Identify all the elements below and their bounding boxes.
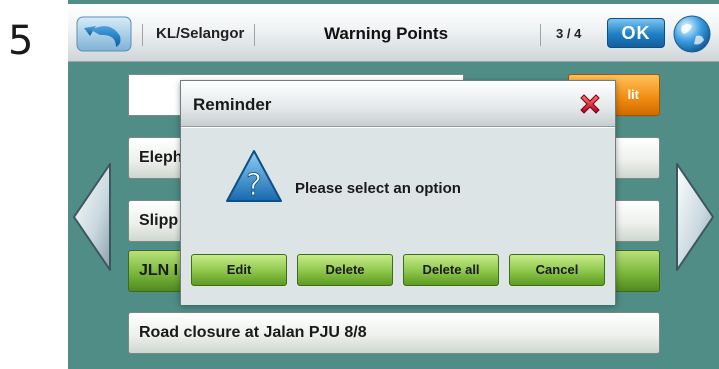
svg-text:?: ? (246, 168, 262, 203)
edit-button[interactable]: Edit (191, 254, 287, 286)
ok-button[interactable]: OK (607, 18, 665, 48)
dialog-body: ? Please select an option Edit Delete De… (181, 128, 615, 305)
undo-arrow-icon[interactable] (76, 16, 132, 52)
question-triangle-icon: ? (226, 150, 282, 203)
delete-all-button[interactable]: Delete all (403, 254, 499, 286)
separator (540, 24, 541, 46)
globe-icon[interactable] (672, 14, 712, 54)
list-item[interactable]: Road closure at Jalan PJU 8/8 (128, 312, 660, 354)
cancel-button[interactable]: Cancel (509, 254, 605, 286)
page-title: Warning Points (324, 24, 449, 43)
close-icon[interactable] (577, 91, 603, 117)
dialog-title: Reminder (193, 95, 272, 114)
dialog-message: Please select an option (295, 180, 461, 197)
left-arrow-icon[interactable] (70, 162, 114, 272)
separator (142, 24, 143, 46)
dialog-header: Reminder (181, 81, 615, 127)
region-label[interactable]: KL/Selangor (156, 25, 244, 42)
navigation-screen: KL/Selangor Warning Points 3 / 4 OK lit … (68, 0, 719, 369)
page-indicator: 3 / 4 (556, 26, 582, 41)
right-arrow-icon[interactable] (673, 162, 717, 272)
separator (254, 24, 255, 46)
reminder-dialog: Reminder ? Please select an option Edit … (180, 80, 616, 305)
delete-button[interactable]: Delete (297, 254, 393, 286)
step-number: 5 (8, 18, 34, 64)
top-bar: KL/Selangor Warning Points 3 / 4 OK (68, 4, 719, 62)
